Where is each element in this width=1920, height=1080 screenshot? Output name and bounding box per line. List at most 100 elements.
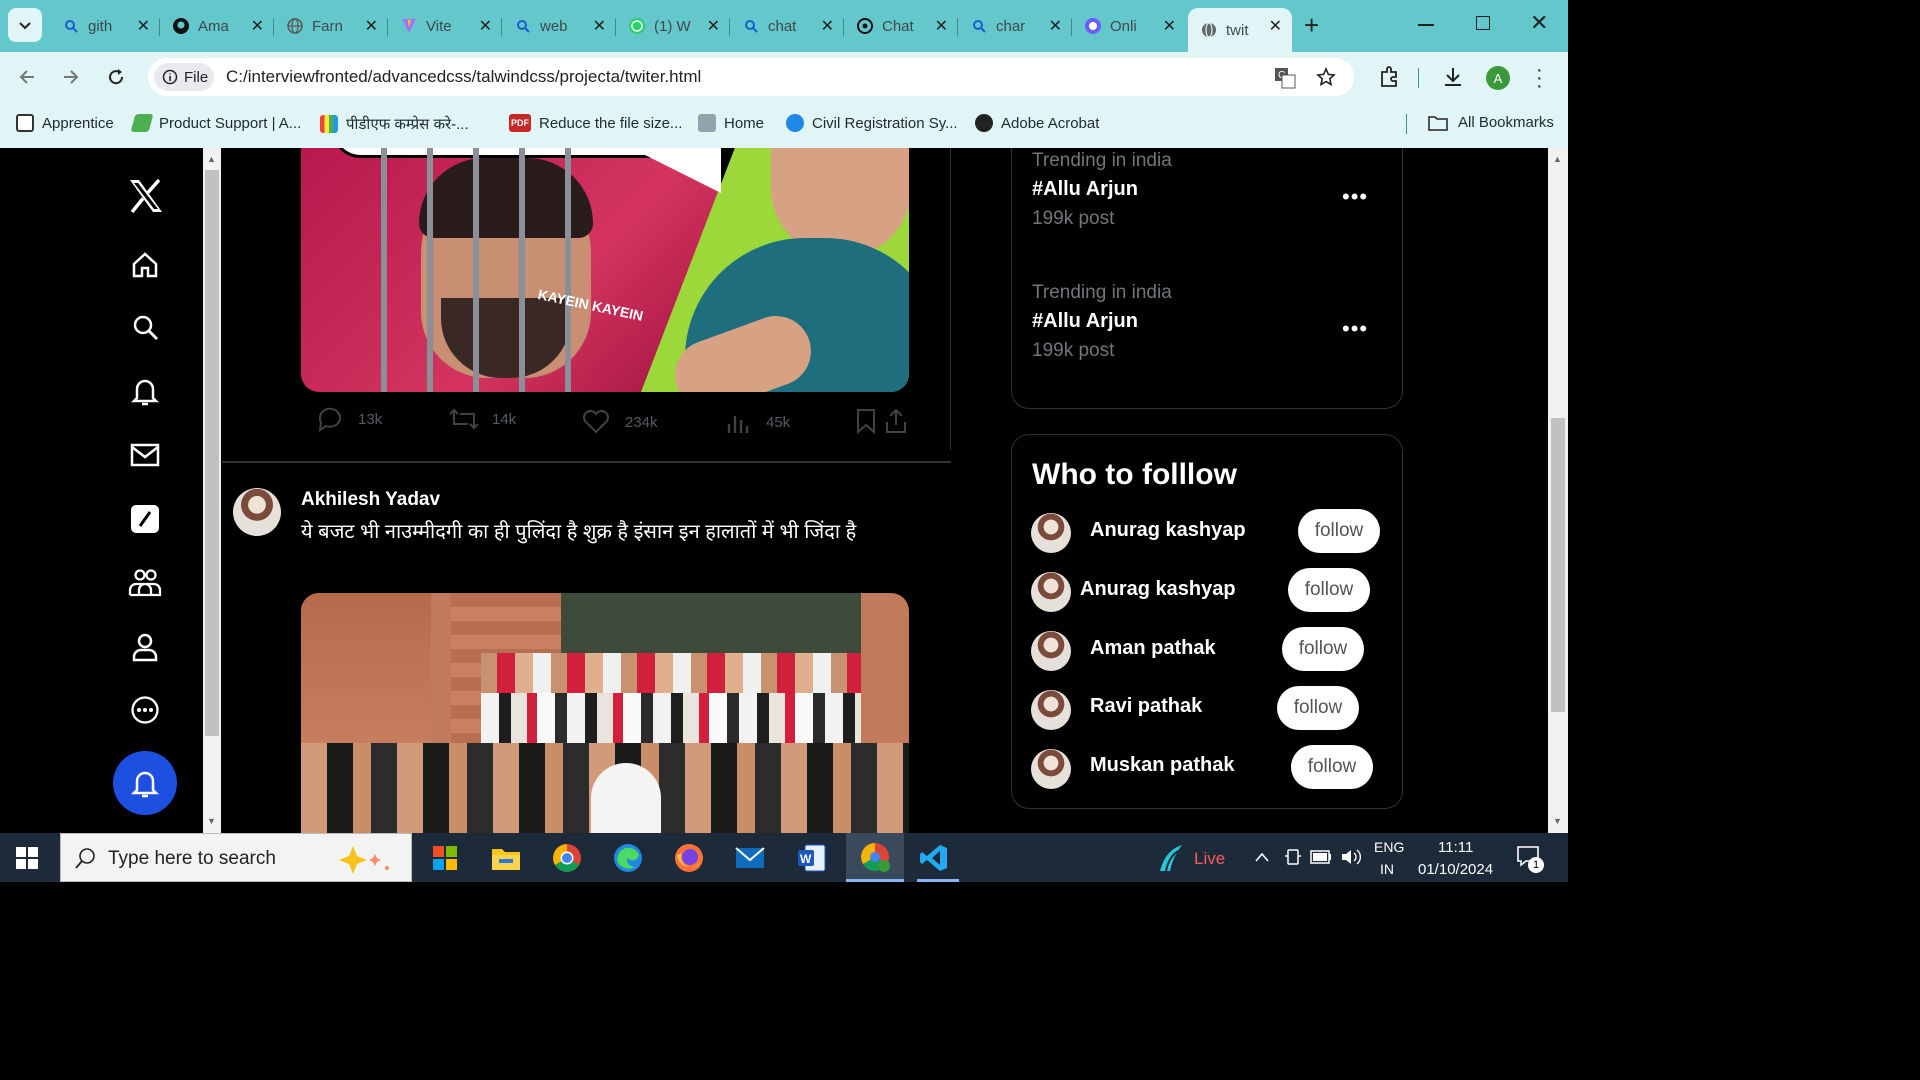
repost-button[interactable]: 14k: [449, 406, 516, 432]
bookmark-item[interactable]: पीडीएफ कम्प्रेस करे-...: [320, 114, 469, 134]
follow-user-name[interactable]: Anurag kashyap: [1080, 578, 1236, 601]
chevron-up-icon[interactable]: [1254, 851, 1270, 863]
mail-app-icon[interactable]: [733, 841, 767, 875]
chrome-icon[interactable]: [550, 841, 584, 875]
avatar[interactable]: [1031, 572, 1071, 612]
vscode-icon[interactable]: [917, 841, 951, 875]
browser-tab[interactable]: Vite ✕: [388, 8, 502, 44]
close-tab-icon[interactable]: ✕: [707, 16, 720, 36]
avatar[interactable]: [1031, 749, 1071, 789]
follow-button[interactable]: follow: [1288, 568, 1370, 612]
close-tab-icon[interactable]: ✕: [1163, 16, 1176, 36]
post-image-thumbnail[interactable]: KAYEIN KAYEIN: [301, 148, 909, 392]
word-icon[interactable]: W: [795, 841, 829, 875]
browser-tab-active[interactable]: twit ✕: [1188, 8, 1292, 52]
follow-user-name[interactable]: Anurag kashyap: [1090, 519, 1246, 542]
trend-more-icon[interactable]: •••: [1342, 316, 1368, 342]
close-tab-icon[interactable]: ✕: [1049, 16, 1062, 36]
browser-tab[interactable]: Ama ✕: [160, 8, 274, 44]
mail-icon[interactable]: [126, 436, 164, 474]
close-tab-icon[interactable]: ✕: [137, 16, 150, 36]
weather-icon[interactable]: [1154, 841, 1188, 875]
edge-icon[interactable]: [611, 841, 645, 875]
share-icon[interactable]: [884, 408, 908, 434]
restore-button[interactable]: [1476, 16, 1490, 30]
close-tab-icon[interactable]: ✕: [821, 16, 834, 36]
close-tab-icon[interactable]: ✕: [935, 16, 948, 36]
device-icon[interactable]: [1284, 848, 1302, 866]
bell-icon[interactable]: [126, 372, 164, 410]
browser-tab[interactable]: gith ✕: [50, 8, 160, 44]
browser-tab[interactable]: chat ✕: [730, 8, 844, 44]
address-bar[interactable]: File C:/interviewfronted/advancedcss/tal…: [148, 58, 1354, 96]
reload-icon[interactable]: [106, 67, 126, 87]
grok-icon[interactable]: [126, 500, 164, 538]
task-view-icon[interactable]: [428, 841, 462, 875]
close-tab-icon[interactable]: ✕: [1269, 16, 1282, 36]
notification-center-icon[interactable]: 1: [1516, 845, 1544, 873]
post-image[interactable]: [301, 593, 909, 833]
url-text[interactable]: C:/interviewfronted/advancedcss/talwindc…: [226, 67, 701, 87]
profile-icon[interactable]: [126, 628, 164, 666]
tab-search-button[interactable]: [8, 8, 42, 42]
bookmark-item[interactable]: Apprentice: [16, 114, 114, 132]
download-icon[interactable]: [1442, 66, 1464, 88]
trend-more-icon[interactable]: •••: [1342, 184, 1368, 210]
follow-button[interactable]: follow: [1291, 745, 1373, 789]
avatar[interactable]: [1031, 631, 1071, 671]
language-label[interactable]: ENG: [1374, 839, 1404, 855]
follow-button[interactable]: follow: [1298, 509, 1380, 553]
avatar[interactable]: [233, 488, 281, 536]
left-scrollbar[interactable]: ▲ ▼: [203, 148, 221, 833]
taskbar-search-input[interactable]: Type here to search: [60, 833, 412, 882]
close-tab-icon[interactable]: ✕: [593, 16, 606, 36]
profile-avatar[interactable]: A: [1486, 66, 1510, 90]
bookmark-item[interactable]: Home: [698, 114, 764, 132]
browser-tab[interactable]: (1) W ✕: [616, 8, 730, 44]
new-tab-button[interactable]: +: [1304, 12, 1319, 38]
browser-tab[interactable]: web ✕: [502, 8, 616, 44]
star-icon[interactable]: [1316, 67, 1336, 87]
left-scrollbar-thumb[interactable]: [205, 170, 219, 736]
views-button[interactable]: 45k: [726, 410, 790, 434]
bookmark-item[interactable]: Product Support | A...: [130, 114, 301, 132]
browser-tab[interactable]: Chat ✕: [844, 8, 958, 44]
trend-tag[interactable]: #Allu Arjun: [1032, 178, 1138, 201]
extensions-icon[interactable]: [1378, 66, 1400, 88]
home-icon[interactable]: [126, 246, 164, 284]
avatar[interactable]: [1031, 513, 1071, 553]
forward-arrow-icon[interactable]: [62, 68, 80, 86]
follow-button[interactable]: follow: [1282, 627, 1364, 671]
site-info-chip[interactable]: File: [154, 63, 214, 91]
trend-tag[interactable]: #Allu Arjun: [1032, 310, 1138, 333]
x-logo-icon[interactable]: [126, 176, 166, 216]
compose-fab-button[interactable]: [113, 751, 177, 815]
reply-button[interactable]: 13k: [316, 406, 382, 432]
page-scrollbar[interactable]: ▲ ▼: [1548, 148, 1568, 833]
windows-start-icon[interactable]: [10, 841, 44, 875]
follow-user-name[interactable]: Aman pathak: [1090, 637, 1216, 660]
follow-user-name[interactable]: Ravi pathak: [1090, 695, 1202, 718]
translate-icon[interactable]: G: [1274, 67, 1296, 89]
firefox-icon[interactable]: [672, 841, 706, 875]
back-arrow-icon[interactable]: [18, 68, 36, 86]
communities-icon[interactable]: [126, 564, 164, 602]
weather-live-label[interactable]: Live: [1194, 849, 1225, 869]
battery-icon[interactable]: [1310, 850, 1332, 864]
close-window-button[interactable]: ✕: [1530, 10, 1548, 36]
kebab-menu-icon[interactable]: · · ·: [1536, 60, 1543, 96]
all-bookmarks-button[interactable]: All Bookmarks: [1428, 114, 1554, 131]
bookmark-icon[interactable]: [855, 408, 877, 434]
chrome-active-taskbar-button[interactable]: [846, 833, 904, 882]
page-scrollbar-thumb[interactable]: [1551, 418, 1565, 712]
volume-icon[interactable]: [1340, 848, 1362, 866]
avatar[interactable]: [1031, 690, 1071, 730]
file-explorer-icon[interactable]: [489, 841, 523, 875]
clock-time[interactable]: 11:11: [1438, 839, 1473, 856]
follow-user-name[interactable]: Muskan pathak: [1090, 754, 1234, 777]
bookmark-item[interactable]: Adobe Acrobat: [975, 114, 1099, 132]
search-icon[interactable]: [126, 308, 164, 346]
bookmark-item[interactable]: PDF Reduce the file size...: [509, 114, 682, 132]
close-tab-icon[interactable]: ✕: [251, 16, 264, 36]
browser-tab[interactable]: Farn ✕: [274, 8, 388, 44]
